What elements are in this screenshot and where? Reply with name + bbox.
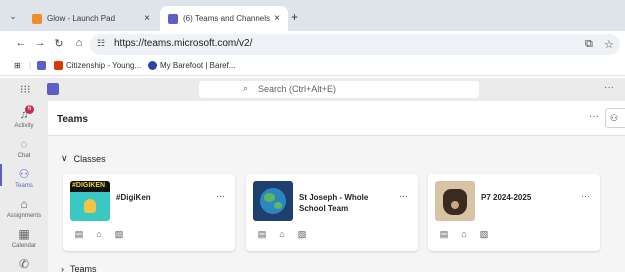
glow-favicon-icon [32,13,42,24]
grades-icon[interactable]: ▧ [479,229,489,239]
team-quick-actions: ▤ ⌂ ▧ [439,229,489,239]
site-info-icon[interactable]: ☷ [97,38,105,49]
rail-label: Activity [14,123,34,129]
reload-icon[interactable]: ↻ [52,37,66,50]
tab-teams[interactable]: (6) Teams and Channels | Micro × [160,6,288,31]
assignments-icon[interactable]: ⌂ [459,229,469,239]
team-name: #DigiKen [116,193,151,202]
teams-top-bar: ⁝⁝⁝ ⌕ Search (Ctrl+Alt+E) ··· [0,78,625,101]
url-text[interactable]: https://teams.microsoft.com/v2/ [114,38,252,49]
team-quick-actions: ▤ ⌂ ▧ [257,229,307,239]
back-icon[interactable]: ← [14,37,28,49]
bookmark-barefoot[interactable]: My Barefoot | Baref... [148,61,235,70]
teams-section-header[interactable]: › Teams [61,264,97,272]
team-card-st-joseph[interactable]: St Joseph - Whole School Team ··· ▤ ⌂ ▧ [246,174,418,251]
posts-icon[interactable]: ▤ [439,229,449,239]
activity-badge: 6 [25,105,34,114]
rail-item-calls[interactable]: ✆ [0,257,48,271]
teams-logo-icon [47,83,59,95]
rail-label: Chat [17,153,31,159]
bookmark-citizenship[interactable]: Citizenship - Young... [54,61,141,70]
more-options-icon[interactable]: ··· [604,82,614,93]
header-more-icon[interactable]: ··· [589,111,599,122]
team-quick-actions: ▤ ⌂ ▧ [74,229,124,239]
grades-icon[interactable]: ▧ [297,229,307,239]
page-header: Teams ··· ⚇ [48,101,625,136]
browser-tab-strip: ⌄ Glow - Launch Pad × (6) Teams and Chan… [0,0,625,31]
bookmarks-bar: ⊞ | Citizenship - Young... My Barefoot |… [0,58,625,76]
team-name: St Joseph - Whole School Team [299,193,369,213]
tab-label: (6) Teams and Channels | Micro [183,14,270,23]
chevron-down-icon: ∨ [61,153,68,163]
assignments-icon[interactable]: ⌂ [277,229,287,239]
search-icon: ⌕ [243,83,249,93]
globe-icon [260,188,286,214]
bookmark-label: My Barefoot | Baref... [160,61,236,70]
posts-icon[interactable]: ▤ [257,229,267,239]
close-tab-icon[interactable]: × [140,13,154,24]
left-rail: ♫ 6 Activity ◌ Chat ⚇ Teams ⌂ Assignment… [0,101,48,272]
home-icon[interactable]: ⌂ [72,37,86,49]
rail-item-calendar[interactable]: ▦ Calendar [0,227,48,249]
posts-icon[interactable]: ▤ [74,229,84,239]
new-tab-icon[interactable]: + [291,10,298,24]
search-input[interactable]: ⌕ Search (Ctrl+Alt+E) [199,81,479,98]
team-more-icon[interactable]: ··· [399,191,408,201]
tab-label: Glow - Launch Pad [47,14,116,23]
team-name: P7 2024-2025 [481,193,532,202]
rail-label: Calendar [11,243,37,249]
bookmark-label: Citizenship - Young... [66,61,142,70]
app-launcher-icon[interactable]: ⁝⁝⁝ [20,83,31,96]
teams-bookmark-icon[interactable] [37,61,46,70]
rail-label: Teams [15,183,33,189]
section-label: Teams [70,264,97,272]
teams-favicon-icon [168,13,178,24]
team-card-p7[interactable]: P7 2024-2025 ··· ▤ ⌂ ▧ [428,174,600,251]
join-create-team-button[interactable]: ⚇ [605,108,625,128]
thumbnail-text: #DIGIKEN [72,182,106,189]
calls-icon: ✆ [18,257,30,271]
page-title: Teams [57,114,88,125]
barefoot-favicon-icon [148,61,157,70]
team-thumbnail [253,181,293,221]
grades-icon[interactable]: ▧ [114,229,124,239]
teams-main-panel: Teams ··· ⚇ ∨ Classes #DIGIKEN #DigiKen … [48,101,625,272]
apps-grid-icon[interactable]: ⊞ [14,61,21,70]
search-placeholder: Search (Ctrl+Alt+E) [258,84,337,94]
forward-icon[interactable]: → [33,37,47,49]
chevron-right-icon: › [61,264,64,272]
tab-glow[interactable]: Glow - Launch Pad × [24,6,158,31]
chat-icon: ◌ [20,137,28,151]
classes-section-header[interactable]: ∨ Classes [61,153,106,164]
calendar-icon: ▦ [18,227,30,241]
rail-label: Assignments [6,213,42,219]
omnibox[interactable]: ☷ https://teams.microsoft.com/v2/ ⧉ ☆ [90,34,620,55]
team-card-digiken[interactable]: #DIGIKEN #DigiKen ··· ▤ ⌂ ▧ [63,174,235,251]
team-more-icon[interactable]: ··· [581,191,590,201]
team-thumbnail: #DIGIKEN [70,181,110,221]
citizenship-favicon-icon [54,61,63,70]
team-more-icon[interactable]: ··· [216,191,225,201]
rail-item-activity[interactable]: ♫ 6 Activity [0,105,48,129]
close-tab-icon[interactable]: × [270,13,284,24]
rail-item-chat[interactable]: ◌ Chat [0,137,48,159]
install-app-icon[interactable]: ⧉ [585,38,593,51]
bookmark-divider: | [29,61,32,70]
rail-item-assignments[interactable]: ⌂ Assignments [0,197,48,219]
assignments-icon: ⌂ [20,197,28,211]
section-label: Classes [73,153,106,164]
assignments-icon[interactable]: ⌂ [94,229,104,239]
team-thumbnail [435,181,475,221]
bookmark-star-icon[interactable]: ☆ [604,38,614,51]
teams-icon: ⚇ [18,167,30,181]
tab-search-icon[interactable]: ⌄ [6,9,20,23]
dog-photo-icon [443,189,467,215]
address-bar-row: ← → ↻ ⌂ ☷ https://teams.microsoft.com/v2… [0,31,625,58]
rail-item-teams[interactable]: ⚇ Teams [0,167,48,189]
